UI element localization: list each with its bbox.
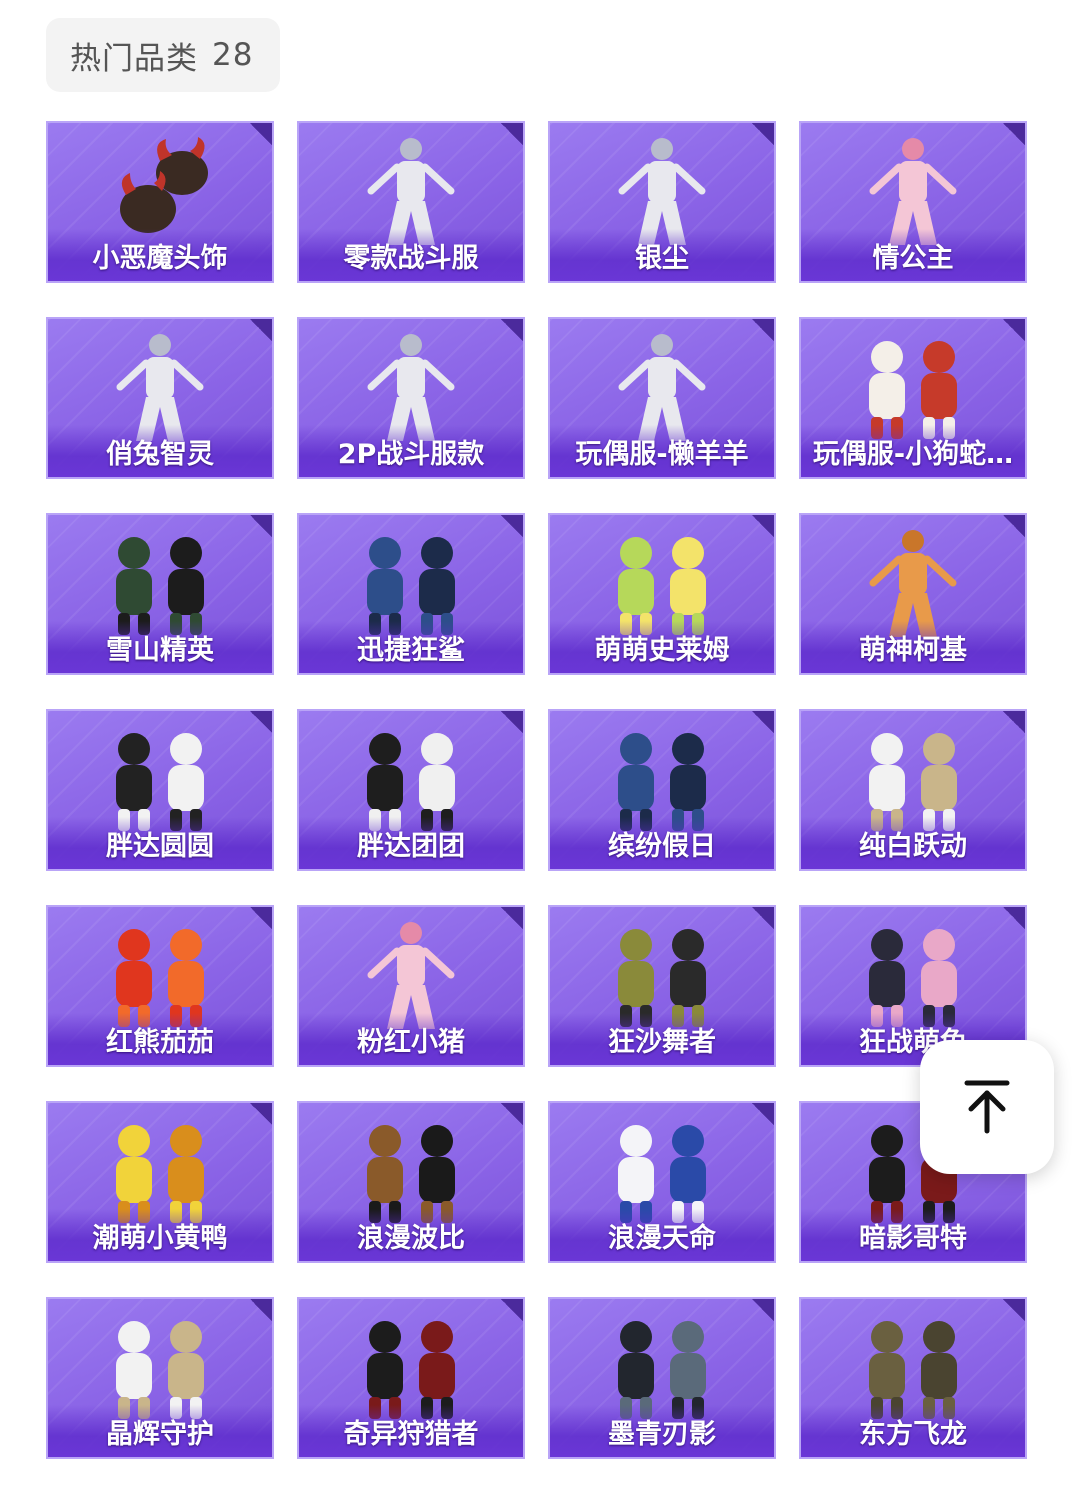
category-card-label: 萌萌史莱姆 — [594, 635, 730, 666]
card-corner-decoration — [250, 515, 272, 537]
card-corner-decoration — [1003, 907, 1025, 929]
category-count: 28 — [212, 37, 254, 73]
card-corner-decoration — [501, 1299, 523, 1321]
category-title: 热门品类 — [70, 40, 198, 77]
category-card-label: 晶辉守护 — [106, 1419, 214, 1450]
category-card[interactable]: 小恶魔头饰 — [46, 121, 274, 283]
category-card[interactable]: 情公主 — [799, 121, 1027, 283]
category-card-label: 雪山精英 — [106, 635, 214, 666]
category-card[interactable]: 纯白跃动 — [799, 709, 1027, 871]
card-corner-decoration — [501, 123, 523, 145]
card-corner-decoration — [752, 907, 774, 929]
category-card-label: 情公主 — [872, 243, 954, 274]
category-card-label: 狂沙舞者 — [608, 1027, 716, 1058]
back-to-top-button[interactable] — [920, 1040, 1054, 1174]
category-card-label: 潮萌小黄鸭 — [92, 1223, 228, 1254]
category-card-label: 萌神柯基 — [859, 635, 967, 666]
category-card-label: 银尘 — [635, 243, 689, 274]
category-card-label: 缤纷假日 — [608, 831, 716, 862]
category-card-label: 玩偶服-懒羊羊 — [575, 439, 749, 470]
category-card-label: 胖达团团 — [357, 831, 465, 862]
category-card[interactable]: 墨青刃影 — [548, 1297, 776, 1459]
category-card-label: 奇异狩猎者 — [343, 1419, 479, 1450]
category-card[interactable]: 东方飞龙 — [799, 1297, 1027, 1459]
category-card[interactable]: 浪漫波比 — [297, 1101, 525, 1263]
category-card-label: 红熊茄茄 — [106, 1027, 214, 1058]
category-card[interactable]: 潮萌小黄鸭 — [46, 1101, 274, 1263]
category-card[interactable]: 俏兔智灵 — [46, 317, 274, 479]
category-card[interactable]: 银尘 — [548, 121, 776, 283]
category-card-label: 暗影哥特 — [859, 1223, 967, 1254]
card-corner-decoration — [752, 515, 774, 537]
card-corner-decoration — [250, 319, 272, 341]
card-corner-decoration — [250, 907, 272, 929]
card-corner-decoration — [1003, 1299, 1025, 1321]
card-corner-decoration — [1003, 319, 1025, 341]
card-corner-decoration — [1003, 515, 1025, 537]
card-corner-decoration — [752, 711, 774, 733]
category-card[interactable]: 粉红小猪 — [297, 905, 525, 1067]
category-card-label: 纯白跃动 — [859, 831, 967, 862]
card-corner-decoration — [752, 1103, 774, 1125]
category-card-label: 2P战斗服款 — [337, 439, 485, 470]
category-card[interactable]: 雪山精英 — [46, 513, 274, 675]
card-corner-decoration — [501, 907, 523, 929]
category-card[interactable]: 胖达圆圆 — [46, 709, 274, 871]
category-card-label: 玩偶服-小狗蛇… — [812, 439, 1014, 470]
card-corner-decoration — [1003, 711, 1025, 733]
card-corner-decoration — [250, 1103, 272, 1125]
category-card-label: 迅捷狂鲨 — [357, 635, 465, 666]
category-card[interactable]: 萌神柯基 — [799, 513, 1027, 675]
card-corner-decoration — [250, 123, 272, 145]
card-corner-decoration — [752, 123, 774, 145]
arrow-up-to-top-icon — [964, 1080, 1010, 1134]
category-card-label: 俏兔智灵 — [106, 439, 214, 470]
category-card[interactable]: 奇异狩猎者 — [297, 1297, 525, 1459]
card-corner-decoration — [501, 1103, 523, 1125]
card-corner-decoration — [250, 711, 272, 733]
category-card[interactable]: 2P战斗服款 — [297, 317, 525, 479]
card-corner-decoration — [501, 319, 523, 341]
category-card-label: 零款战斗服 — [343, 243, 479, 274]
card-corner-decoration — [752, 1299, 774, 1321]
category-card[interactable]: 缤纷假日 — [548, 709, 776, 871]
category-card-label: 东方飞龙 — [859, 1419, 967, 1450]
category-card[interactable]: 玩偶服-懒羊羊 — [548, 317, 776, 479]
category-grid: 小恶魔头饰 零款战斗服 银尘 情公主 俏兔智灵 2P战斗服款 玩偶服-懒羊羊 玩… — [46, 121, 1027, 1459]
category-card[interactable]: 迅捷狂鲨 — [297, 513, 525, 675]
category-card[interactable]: 晶辉守护 — [46, 1297, 274, 1459]
category-card-label: 粉红小猪 — [357, 1027, 465, 1058]
category-card-label: 小恶魔头饰 — [92, 243, 228, 274]
category-card-label: 墨青刃影 — [608, 1419, 716, 1450]
category-header: 热门品类 28 — [46, 18, 280, 92]
category-card[interactable]: 红熊茄茄 — [46, 905, 274, 1067]
card-corner-decoration — [1003, 123, 1025, 145]
category-card[interactable]: 浪漫天命 — [548, 1101, 776, 1263]
category-card-label: 浪漫波比 — [357, 1223, 465, 1254]
card-corner-decoration — [250, 1299, 272, 1321]
category-card-label: 浪漫天命 — [608, 1223, 716, 1254]
category-card[interactable]: 胖达团团 — [297, 709, 525, 871]
card-corner-decoration — [752, 319, 774, 341]
category-card[interactable]: 零款战斗服 — [297, 121, 525, 283]
category-card[interactable]: 狂沙舞者 — [548, 905, 776, 1067]
category-card[interactable]: 玩偶服-小狗蛇… — [799, 317, 1027, 479]
card-corner-decoration — [501, 711, 523, 733]
card-corner-decoration — [501, 515, 523, 537]
category-card-label: 胖达圆圆 — [106, 831, 214, 862]
category-card[interactable]: 萌萌史莱姆 — [548, 513, 776, 675]
